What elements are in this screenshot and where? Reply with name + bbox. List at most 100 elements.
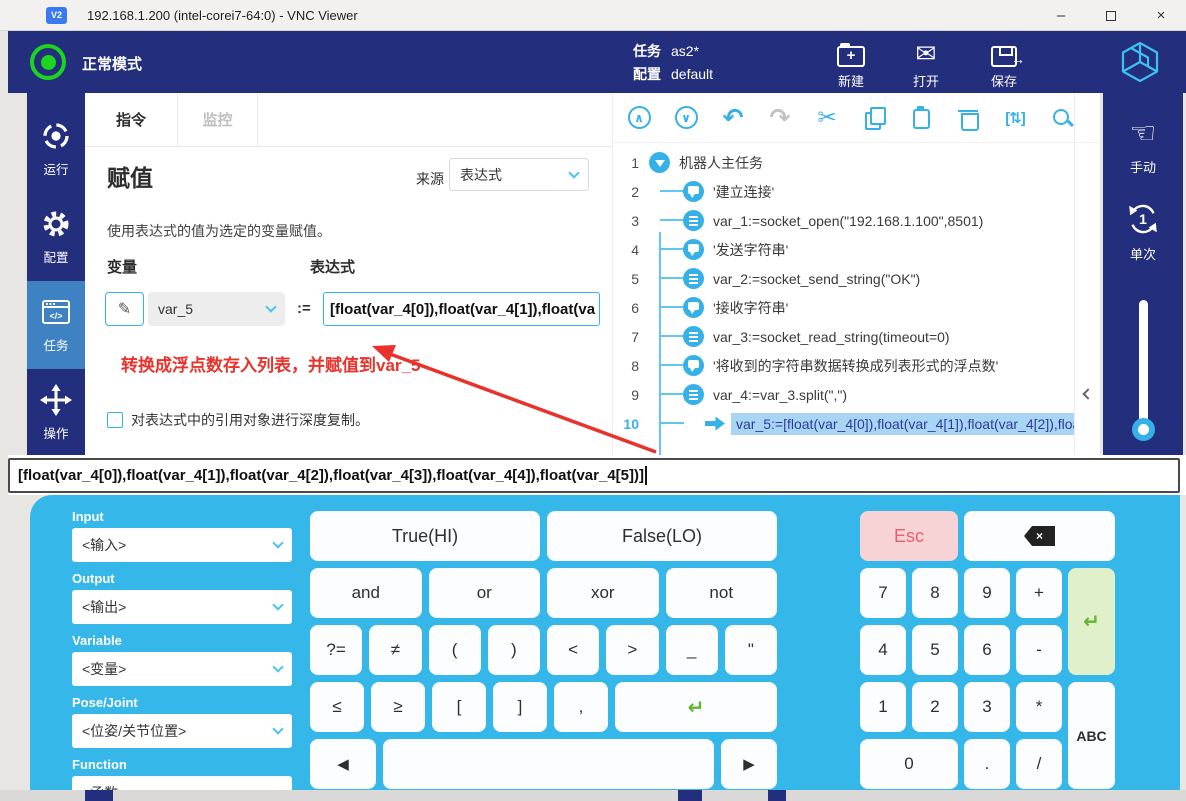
mode-label: 正常模式 [82, 53, 142, 74]
key-asterisk[interactable]: * [1016, 682, 1062, 732]
key-true[interactable]: True(HI) [310, 511, 540, 561]
tree-row[interactable]: 8 '将收到的字符串数据转换成列表形式的浮点数' [613, 351, 1075, 380]
redo-icon[interactable]: ↷ [767, 105, 793, 131]
tree-row[interactable]: 5 var_2:=socket_send_string("OK") [613, 264, 1075, 293]
key-0[interactable]: 0 [860, 739, 958, 789]
key-7[interactable]: 7 [860, 568, 906, 618]
minimize-button[interactable]: – [1036, 0, 1086, 31]
assignment-icon [683, 268, 704, 289]
key-question-equals[interactable]: ?= [310, 625, 362, 675]
key-not-equal[interactable]: ≠ [369, 625, 421, 675]
key-cursor-left[interactable]: ◀ [310, 739, 376, 789]
key-minus[interactable]: - [1016, 625, 1062, 675]
key-2[interactable]: 2 [912, 682, 958, 732]
key-3[interactable]: 3 [964, 682, 1010, 732]
key-and[interactable]: and [310, 568, 422, 618]
copy-icon[interactable] [861, 105, 887, 131]
key-enter[interactable]: ↵ [615, 682, 777, 732]
function-selector[interactable]: <函数> [72, 776, 292, 790]
key-dot[interactable]: . [964, 739, 1010, 789]
key-5[interactable]: 5 [912, 625, 958, 675]
key-numpad-enter[interactable]: ↵ [1068, 568, 1115, 675]
tree-row[interactable]: 6 '接收字符串' [613, 293, 1075, 322]
key-cursor-right[interactable]: ▶ [721, 739, 777, 789]
status-normal-icon [30, 44, 66, 80]
enter-icon: ↵ [1083, 609, 1100, 634]
expression-input[interactable]: [float(var_4[0]),float(var_4[1]),float(v… [8, 458, 1180, 493]
cut-icon[interactable]: ✂ [814, 105, 840, 131]
open-task-button[interactable]: ✉ 打开 [897, 40, 955, 90]
key-1[interactable]: 1 [860, 682, 906, 732]
key-less-than[interactable]: < [547, 625, 599, 675]
key-paren-close[interactable]: ) [488, 625, 540, 675]
single-run-button[interactable]: 1 单次 [1124, 200, 1162, 263]
variable-select[interactable]: var_5 [148, 292, 285, 326]
key-xor[interactable]: xor [547, 568, 659, 618]
variable-selector[interactable]: <变量> [72, 652, 292, 686]
paste-icon[interactable] [908, 105, 934, 131]
key-not[interactable]: not [666, 568, 778, 618]
key-4[interactable]: 4 [860, 625, 906, 675]
collapse-all-icon[interactable]: ∧ [626, 105, 652, 131]
key-8[interactable]: 8 [912, 568, 958, 618]
tab-monitor[interactable]: 监控 [178, 93, 258, 146]
input-selector[interactable]: <输入> [72, 528, 292, 562]
tree-row[interactable]: 4 '发送字符串' [613, 235, 1075, 264]
expand-all-icon[interactable]: ∨ [673, 105, 699, 131]
key-comma[interactable]: , [554, 682, 608, 732]
edit-variable-button[interactable]: ✎ [105, 292, 144, 326]
save-task-button[interactable]: 保存 [975, 40, 1033, 90]
red-annotation-text: 转换成浮点数存入列表，并赋值到var_5 [121, 351, 420, 376]
tab-instruction[interactable]: 指令 [85, 93, 178, 146]
key-backspace[interactable]: × [964, 511, 1115, 561]
output-selector[interactable]: <输出> [72, 590, 292, 624]
key-bracket-open[interactable]: [ [432, 682, 486, 732]
key-9[interactable]: 9 [964, 568, 1010, 618]
key-slash[interactable]: / [1016, 739, 1062, 789]
key-underscore[interactable]: _ [666, 625, 718, 675]
key-greater-equal[interactable]: ≥ [371, 682, 425, 732]
key-less-equal[interactable]: ≤ [310, 682, 364, 732]
vnc-window: V2 192.168.1.200 (intel-corei7-64:0) - V… [0, 0, 1186, 801]
sidebar-item-run[interactable]: 运行 [27, 105, 85, 193]
tree-row[interactable]: 7 var_3:=socket_read_string(timeout=0) [613, 322, 1075, 351]
tree-row-selected[interactable]: 10 var_5:=[float(var_4[0]),float(var_4[1… [613, 409, 1075, 438]
sidebar-item-operate[interactable]: 操作 [27, 369, 85, 457]
pose-selector[interactable]: <位姿/关节位置> [72, 714, 292, 748]
delete-icon[interactable] [955, 105, 981, 131]
tree-row[interactable]: 2 '建立连接' [613, 177, 1075, 206]
speed-slider-thumb[interactable] [1132, 418, 1155, 441]
tree-row[interactable]: 1 机器人主任务 [613, 148, 1075, 177]
collapse-panel-handle[interactable] [1074, 93, 1100, 455]
replace-icon[interactable]: [⇅] [1002, 105, 1028, 131]
titlebar: V2 192.168.1.200 (intel-corei7-64:0) - V… [0, 0, 1186, 31]
key-space[interactable] [383, 739, 714, 789]
source-select[interactable]: 表达式 [449, 158, 589, 191]
svg-text:</>: </> [49, 311, 62, 321]
collapse-node-icon[interactable] [649, 152, 670, 173]
key-esc[interactable]: Esc [860, 511, 958, 561]
key-abc-switch[interactable]: ABC [1068, 682, 1115, 789]
expression-field[interactable]: [float(var_4[0]),float(var_4[1]),float(v… [323, 292, 600, 326]
new-task-button[interactable]: 新建 [822, 40, 880, 90]
sidebar-item-config[interactable]: 配置 [27, 193, 85, 281]
key-paren-open[interactable]: ( [429, 625, 481, 675]
key-false[interactable]: False(LO) [547, 511, 777, 561]
key-6[interactable]: 6 [964, 625, 1010, 675]
sidebar-item-task[interactable]: </> 任务 [27, 281, 85, 369]
key-or[interactable]: or [429, 568, 541, 618]
speed-slider-track[interactable] [1139, 300, 1148, 424]
key-greater-than[interactable]: > [606, 625, 658, 675]
tree-row[interactable]: 3 var_1:=socket_open("192.168.1.100",850… [613, 206, 1075, 235]
key-quote[interactable]: " [725, 625, 777, 675]
pose-selector-label: Pose/Joint [72, 695, 292, 711]
deep-copy-checkbox[interactable] [107, 412, 123, 428]
key-bracket-close[interactable]: ] [493, 682, 547, 732]
maximize-button[interactable] [1086, 0, 1136, 31]
undo-icon[interactable]: ↶ [720, 105, 746, 131]
search-icon[interactable] [1049, 105, 1075, 131]
manual-mode-button[interactable]: ☜ 手动 [1130, 117, 1157, 176]
key-plus[interactable]: + [1016, 568, 1062, 618]
close-button[interactable]: × [1136, 0, 1186, 31]
tree-row[interactable]: 9 var_4:=var_3.split(",") [613, 380, 1075, 409]
